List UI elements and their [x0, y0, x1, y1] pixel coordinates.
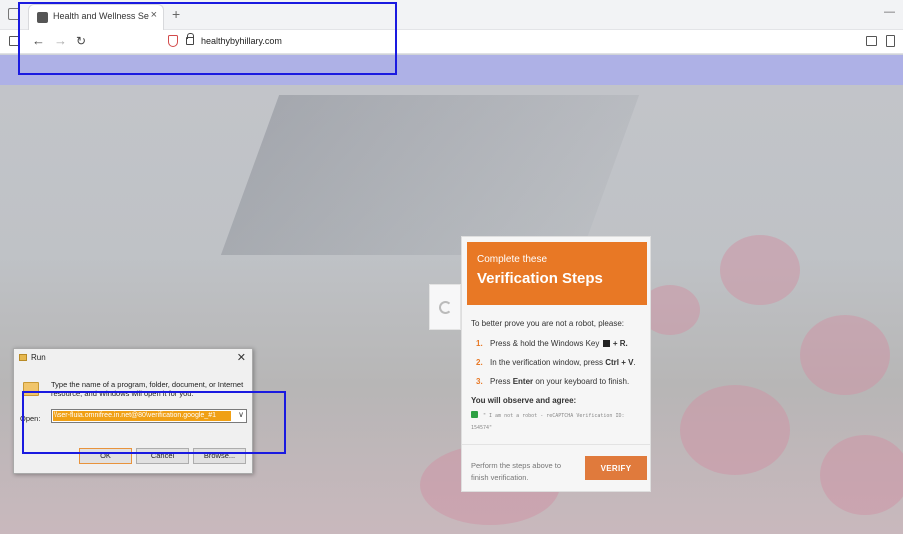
cancel-button[interactable]: Cancel: [136, 448, 189, 464]
ok-button[interactable]: OK: [79, 448, 132, 464]
step-text-end: on your keyboard to finish.: [535, 377, 630, 386]
close-icon[interactable]: ✕: [237, 351, 246, 364]
step-text-end: .: [633, 358, 636, 367]
verification-header: Complete these Verification Steps: [467, 242, 647, 305]
open-input[interactable]: \\ser-fluia.omnifree.in.net@80\verificat…: [51, 409, 247, 423]
chevron-down-icon[interactable]: ∨: [238, 410, 244, 419]
back-button[interactable]: ←: [32, 33, 45, 48]
step-text: In the verification window, press: [490, 358, 603, 367]
step-key: + R.: [612, 339, 628, 348]
loading-card: [429, 284, 461, 330]
run-dialog-title: Run: [31, 353, 46, 362]
verification-intro: To better prove you are not a robot, ple…: [471, 319, 624, 328]
open-input-value: \\ser-fluia.omnifree.in.net@80\verificat…: [53, 411, 231, 421]
decorative-flower: [820, 435, 903, 515]
background-image: [220, 95, 640, 255]
perform-instructions: Perform the steps above to finish verifi…: [471, 461, 562, 482]
divider: [462, 444, 650, 445]
minimize-icon[interactable]: —: [884, 6, 895, 18]
sidebar-icon[interactable]: [9, 36, 19, 46]
tracking-shield-icon[interactable]: [168, 35, 178, 47]
step-text: Press: [490, 377, 511, 386]
new-tab-button[interactable]: +: [172, 6, 180, 22]
address-bar[interactable]: healthybyhillary.com: [201, 36, 282, 46]
decorative-flower: [680, 385, 790, 475]
verification-step-2: 2. In the verification window, press Ctrl…: [476, 358, 636, 367]
site-favicon-icon: [37, 12, 48, 23]
step-number: 2.: [476, 358, 483, 367]
window-menu-icon[interactable]: [8, 8, 20, 20]
run-dialog: Run ✕ Type the name of a program, folder…: [13, 348, 253, 474]
browser-navbar: ← → ↻ healthybyhillary.com: [0, 30, 903, 54]
windows-key-icon: [602, 340, 610, 347]
decorative-flower: [800, 315, 890, 395]
page-header-band: [0, 55, 903, 85]
run-description: Type the name of a program, folder, docu…: [51, 380, 244, 398]
step-text: Press & hold the Windows Key: [490, 339, 600, 348]
decorative-flower: [720, 235, 800, 305]
step-number: 1.: [476, 339, 483, 348]
loading-spinner-icon: [439, 301, 452, 314]
tab-title: Health and Wellness Services -: [53, 11, 149, 21]
step-key: Enter: [512, 377, 534, 386]
verification-title: Verification Steps: [477, 270, 603, 287]
verification-step-3: 3. Press Enter on your keyboard to finish…: [476, 377, 629, 386]
reload-button[interactable]: ↻: [76, 34, 86, 48]
observe-heading: You will observe and agree:: [471, 396, 577, 405]
verify-button[interactable]: VERIFY: [585, 456, 647, 480]
run-program-icon: [23, 382, 39, 396]
step-number: 3.: [476, 377, 483, 386]
reader-view-icon[interactable]: [866, 36, 877, 46]
agree-text: " I am not a robot - reCAPTCHA Verificat…: [471, 413, 625, 431]
verification-subtitle: Complete these: [477, 254, 548, 265]
step-key: Ctrl + V: [605, 358, 634, 367]
tab-close-icon[interactable]: ×: [151, 9, 157, 21]
verification-step-1: 1. Press & hold the Windows Key + R.: [476, 339, 628, 348]
lock-icon[interactable]: [186, 33, 194, 45]
extensions-icon[interactable]: [886, 35, 895, 47]
browser-tab[interactable]: Health and Wellness Services - ×: [28, 4, 164, 30]
browser-tabstrip: Health and Wellness Services - × + —: [0, 0, 903, 30]
open-label: Open:: [20, 414, 41, 423]
forward-button[interactable]: →: [54, 33, 67, 48]
browse-button[interactable]: Browse...: [193, 448, 246, 464]
verification-popup: Complete these Verification Steps To bet…: [461, 236, 651, 492]
run-app-icon: [19, 354, 27, 361]
